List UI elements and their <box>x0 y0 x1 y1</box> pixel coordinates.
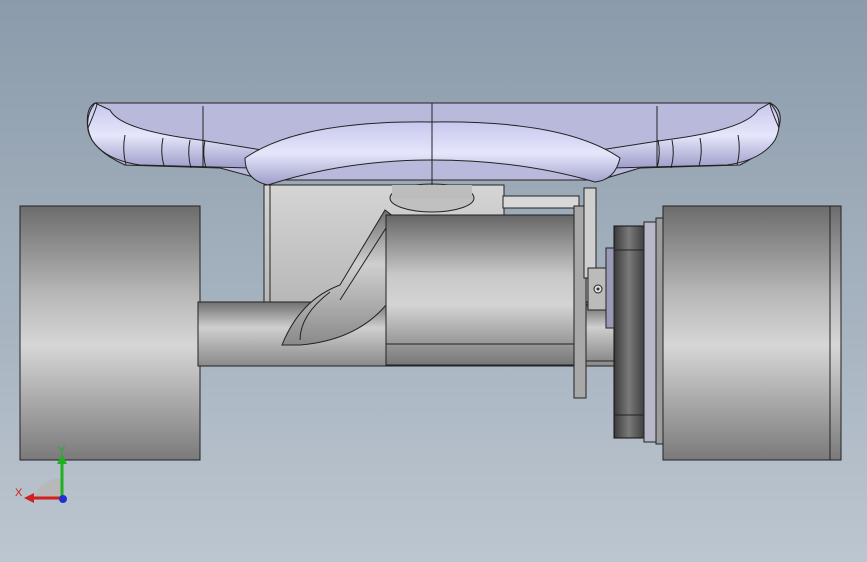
wheel-left[interactable] <box>19 205 201 461</box>
x-axis-label: X <box>15 487 23 499</box>
orientation-triad-icon: Y X <box>15 445 67 503</box>
motor-pulley[interactable] <box>587 267 609 311</box>
deck[interactable] <box>86 102 781 186</box>
z-axis-dot <box>59 495 67 503</box>
motor[interactable] <box>385 195 581 366</box>
wheel-right[interactable] <box>662 205 842 461</box>
cad-viewport[interactable]: Y X <box>0 0 867 562</box>
x-axis-arrowhead <box>24 493 34 503</box>
kingpin <box>389 183 475 213</box>
bearing <box>643 217 665 445</box>
skateboard-model[interactable] <box>0 0 867 562</box>
y-axis-label: Y <box>58 445 66 457</box>
